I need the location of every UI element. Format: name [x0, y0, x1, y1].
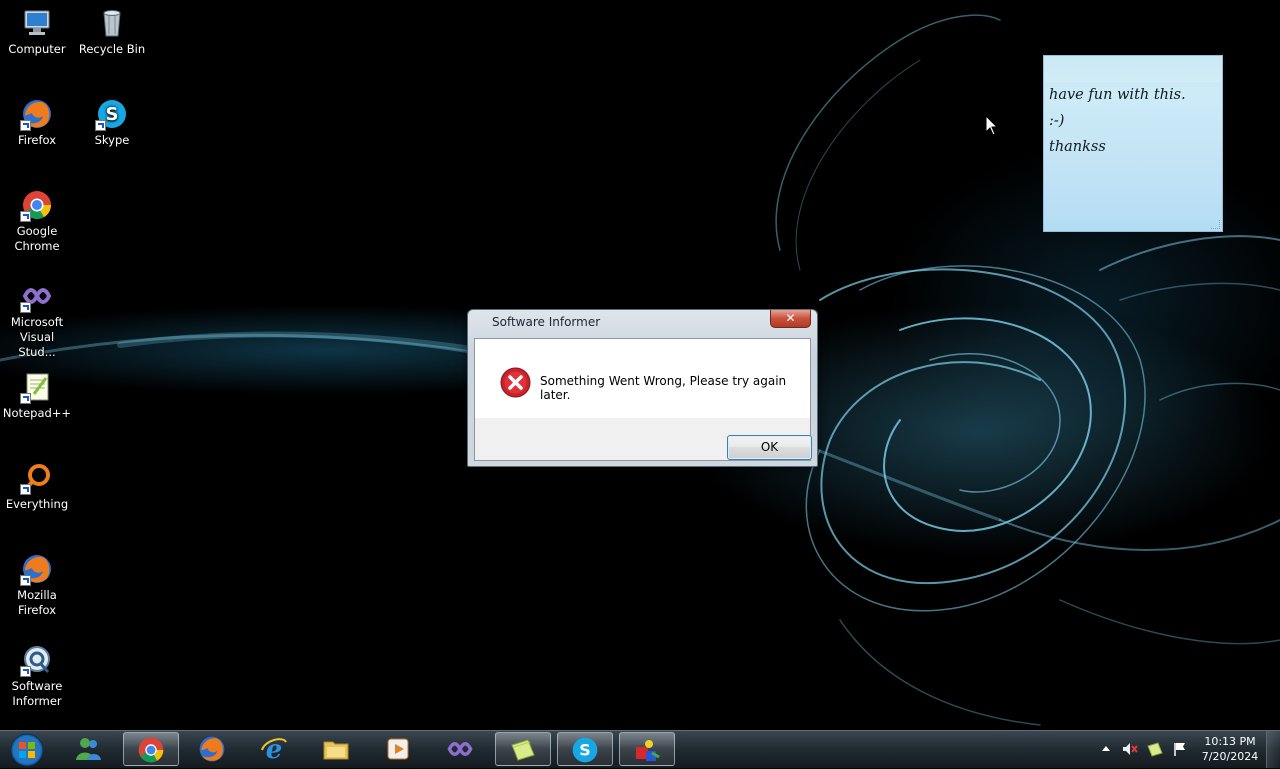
software-informer-icon: [636, 740, 660, 761]
sticky-notes-tray-icon[interactable]: [1146, 740, 1164, 758]
taskbar-item-software-informer[interactable]: [619, 732, 675, 766]
taskbar-item-file-explorer[interactable]: [309, 732, 365, 766]
error-message: Something Went Wrong, Please try again l…: [540, 374, 787, 402]
sticky-note-line: have fun with this.: [1049, 87, 1186, 103]
error-icon: [500, 367, 531, 398]
taskbar-item-messenger[interactable]: [61, 732, 117, 766]
visual-studio-icon: [20, 279, 54, 313]
desktop-icon-notepad-plus-plus[interactable]: Notepad++: [0, 370, 74, 421]
desktop-icon-skype[interactable]: S Skype: [75, 97, 149, 148]
taskbar-item-media-player[interactable]: [371, 732, 427, 766]
clock-date: 7/20/2024: [1201, 750, 1259, 763]
mouse-cursor-icon: [985, 115, 999, 136]
desktop-icon-everything[interactable]: Everything: [0, 461, 74, 512]
shortcut-arrow-icon: [95, 120, 106, 131]
software-informer-icon: [20, 643, 54, 677]
desktop-icon-label: Software Informer: [11, 679, 63, 708]
taskbar-item-firefox[interactable]: [185, 732, 241, 766]
skype-icon: S: [572, 737, 598, 763]
clock-time: 10:13 PM: [1204, 735, 1256, 748]
shortcut-arrow-icon: [20, 575, 31, 586]
shortcut-arrow-icon: [20, 302, 31, 313]
desktop-icon-computer[interactable]: Computer: [0, 6, 74, 57]
taskbar: e S 10:13 PM 7/20/2024: [0, 730, 1280, 768]
taskbar-item-chrome[interactable]: [123, 732, 179, 766]
shortcut-arrow-icon: [20, 211, 31, 222]
desktop-icon-firefox[interactable]: Firefox: [0, 97, 74, 148]
recycle-bin-icon: [95, 6, 129, 40]
error-dialog[interactable]: Software Informer ✕ Something Went Wrong…: [467, 309, 818, 467]
desktop-icon-label: Everything: [5, 497, 69, 511]
taskbar-item-sticky-notes[interactable]: [495, 732, 551, 766]
firefox-icon: [20, 552, 54, 586]
desktop-icon-label: Firefox: [17, 133, 57, 147]
firefox-icon: [199, 736, 225, 762]
svg-text:S: S: [579, 740, 590, 759]
volume-muted-icon[interactable]: [1121, 740, 1139, 758]
desktop-icon-mozilla-firefox[interactable]: Mozilla Firefox: [0, 552, 74, 618]
desktop-icon-label: Notepad++: [2, 406, 72, 420]
dialog-title: Software Informer: [492, 315, 601, 329]
shortcut-arrow-icon: [20, 120, 31, 131]
desktop-icon-label: Mozilla Firefox: [17, 588, 57, 617]
sticky-note-line: thankss: [1049, 139, 1106, 155]
system-clock[interactable]: 10:13 PM 7/20/2024: [1195, 734, 1265, 764]
close-button[interactable]: ✕: [770, 310, 811, 328]
visual-studio-icon: [447, 741, 473, 757]
resize-grip-icon[interactable]: [1211, 220, 1220, 229]
sticky-note-line: :-): [1049, 113, 1065, 129]
windows-live-messenger-icon: [76, 738, 101, 760]
desktop-icon-software-informer[interactable]: Software Informer: [0, 643, 74, 709]
sticky-notes-icon: [511, 739, 535, 761]
file-explorer-icon: [323, 741, 349, 760]
taskbar-item-internet-explorer[interactable]: e: [247, 732, 303, 766]
desktop-icon-label: Google Chrome: [14, 224, 60, 253]
dialog-body: Something Went Wrong, Please try again l…: [474, 338, 812, 461]
ok-button[interactable]: OK: [727, 435, 812, 460]
desktop-icon-visual-studio[interactable]: Microsoft Visual Stud...: [0, 279, 74, 360]
media-player-icon: [387, 738, 409, 760]
taskbar-item-visual-studio[interactable]: [433, 732, 489, 766]
desktop-icon-label: Microsoft Visual Stud...: [10, 315, 64, 359]
desktop-icon-recycle-bin[interactable]: Recycle Bin: [75, 6, 149, 57]
everything-search-icon: [20, 461, 54, 495]
start-button[interactable]: [4, 731, 50, 769]
show-hidden-icons-icon[interactable]: [1097, 740, 1115, 758]
shortcut-arrow-icon: [20, 666, 31, 677]
action-center-flag-icon[interactable]: [1171, 740, 1189, 758]
internet-explorer-icon: e: [261, 735, 287, 764]
desktop-icon-label: Computer: [8, 42, 66, 56]
computer-icon: [20, 6, 54, 40]
desktop-icon-google-chrome[interactable]: Google Chrome: [0, 188, 74, 254]
desktop[interactable]: Computer Recycle Bin Firefox S Skype Goo…: [0, 0, 1280, 730]
show-desktop-button[interactable]: [1266, 731, 1280, 768]
sticky-note[interactable]: have fun with this. :-) thankss: [1043, 55, 1223, 232]
chrome-icon: [20, 188, 54, 222]
shortcut-arrow-icon: [20, 484, 31, 495]
desktop-icon-label: Skype: [94, 133, 130, 147]
firefox-icon: [20, 97, 54, 131]
svg-text:S: S: [106, 104, 119, 125]
chrome-icon: [138, 737, 164, 763]
sticky-note-title-bar[interactable]: [1044, 56, 1222, 82]
notepad-plus-plus-icon: [20, 370, 54, 404]
shortcut-arrow-icon: [20, 393, 31, 404]
taskbar-item-skype[interactable]: S: [557, 732, 613, 766]
desktop-icon-label: Recycle Bin: [78, 42, 146, 56]
skype-icon: S: [95, 97, 129, 131]
